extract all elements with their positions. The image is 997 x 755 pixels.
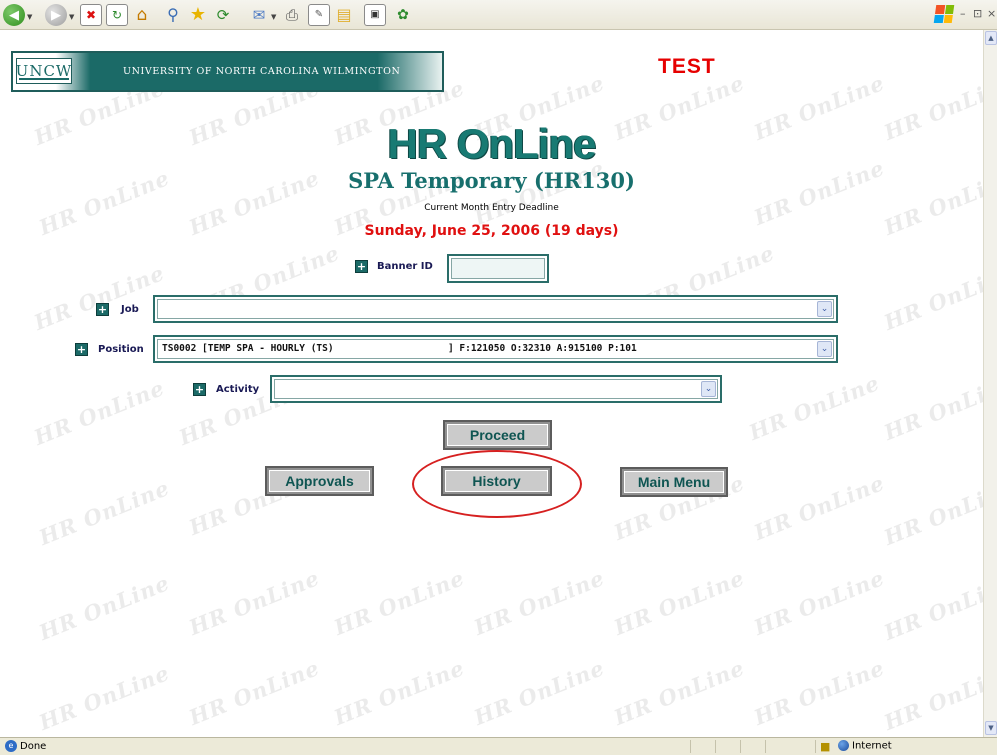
app-title: HR OnLine xyxy=(387,120,597,167)
watermark-logo: HR OnLine xyxy=(880,659,983,736)
watermark-logo: HR OnLine xyxy=(745,369,884,446)
main-menu-button[interactable]: Main Menu xyxy=(620,467,728,497)
scroll-up-icon[interactable]: ▲ xyxy=(985,31,997,45)
watermark-logo: HR OnLine xyxy=(610,654,749,731)
watermark-logo: HR OnLine xyxy=(30,374,169,451)
watermark-logo: HR OnLine xyxy=(610,564,749,641)
print-icon[interactable]: ⎙ xyxy=(281,4,303,26)
restore-icon[interactable]: ⊡ xyxy=(973,7,982,20)
zone-text: Internet xyxy=(852,740,892,752)
university-banner[interactable]: UNCW UNIVERSITY OF NORTH CAROLINA WILMIN… xyxy=(11,51,444,92)
status-done: e Done xyxy=(5,740,46,752)
status-divider xyxy=(765,740,766,753)
status-divider xyxy=(715,740,716,753)
activity-lookup-icon[interactable]: + xyxy=(193,383,206,396)
watermark-logo: HR OnLine xyxy=(880,259,983,336)
home-icon[interactable]: ⌂ xyxy=(131,4,153,26)
status-bar: e Done ■ Internet xyxy=(0,737,997,755)
watermark-logo: HR OnLine xyxy=(330,654,469,731)
watermark-logo: HR OnLine xyxy=(750,469,889,546)
watermark-logo: HR OnLine xyxy=(470,564,609,641)
status-divider xyxy=(740,740,741,753)
chevron-down-icon[interactable]: ⌄ xyxy=(817,301,832,317)
watermark-logo: HR OnLine xyxy=(35,659,174,736)
globe-icon xyxy=(838,740,849,751)
watermark-logo: HR OnLine xyxy=(30,259,169,336)
proceed-button[interactable]: Proceed xyxy=(443,420,552,450)
minimize-icon[interactable]: – xyxy=(960,7,966,20)
watermark-logo: HR OnLine xyxy=(750,564,889,641)
stop-icon[interactable]: ✖ xyxy=(80,4,102,26)
status-text: Done xyxy=(20,741,47,752)
history-highlight-annotation xyxy=(412,450,582,518)
watermark-logo: HR OnLine xyxy=(880,569,983,646)
back-dropdown-icon[interactable]: ▼ xyxy=(27,13,32,21)
job-frame: ⌄ xyxy=(153,295,838,323)
discuss-icon[interactable]: ▤ xyxy=(333,4,355,26)
deadline-label: Current Month Entry Deadline xyxy=(424,203,559,213)
uncw-logo: UNCW xyxy=(16,58,72,84)
refresh-icon[interactable]: ↻ xyxy=(106,4,128,26)
vertical-scrollbar[interactable]: ▲ ▼ xyxy=(983,30,997,737)
approvals-button-label: Approvals xyxy=(269,470,370,492)
history-icon[interactable]: ⟳ xyxy=(212,4,234,26)
mail-dropdown-icon[interactable]: ▼ xyxy=(271,13,276,21)
security-zone[interactable]: Internet xyxy=(838,740,892,752)
ie-page-icon: e xyxy=(5,740,17,752)
watermark-logo: HR OnLine xyxy=(750,654,889,731)
position-frame: TS0002 [TEMP SPA - HOURLY (TS) ] F:12105… xyxy=(153,335,838,363)
mail-icon[interactable]: ✉ xyxy=(248,4,270,26)
banner-id-lookup-icon[interactable]: + xyxy=(355,260,368,273)
banner-id-input[interactable] xyxy=(451,258,545,279)
banner-id-label: Banner ID xyxy=(377,261,433,272)
banner-id-frame xyxy=(447,254,549,283)
job-label: Job xyxy=(121,304,139,315)
position-select-value: TS0002 [TEMP SPA - HOURLY (TS) ] F:12105… xyxy=(162,343,637,354)
favorites-icon[interactable]: ★ xyxy=(187,4,209,26)
status-divider xyxy=(815,740,816,753)
close-icon[interactable]: × xyxy=(987,7,996,20)
browser-toolbar: ◀ ▼ ▶ ▼ ✖ ↻ ⌂ ⚲ ★ ⟳ ✉ ▼ ⎙ ✎ ▤ ▣ ✿ – ⊡ × xyxy=(0,0,997,30)
deadline-date: Sunday, June 25, 2006 (19 days) xyxy=(364,223,619,239)
activity-label: Activity xyxy=(216,384,260,395)
forward-icon[interactable]: ▶ xyxy=(45,4,67,26)
activity-select[interactable]: ⌄ xyxy=(274,379,718,399)
university-name: UNIVERSITY OF NORTH CAROLINA WILMINGTON xyxy=(123,66,401,77)
scroll-down-icon[interactable]: ▼ xyxy=(985,721,997,735)
watermark-logo: HR OnLine xyxy=(185,564,324,641)
lock-icon: ■ xyxy=(820,740,831,753)
forward-dropdown-icon[interactable]: ▼ xyxy=(69,13,74,21)
chevron-down-icon[interactable]: ⌄ xyxy=(701,381,716,397)
windows-logo-icon xyxy=(933,5,955,23)
watermark-logo: HR OnLine xyxy=(35,569,174,646)
status-divider xyxy=(690,740,691,753)
main-menu-button-label: Main Menu xyxy=(624,471,724,493)
research-icon[interactable]: ▣ xyxy=(364,4,386,26)
proceed-button-label: Proceed xyxy=(447,424,548,446)
test-environment-label: TEST xyxy=(658,55,716,78)
activity-frame: ⌄ xyxy=(270,375,722,403)
approvals-button[interactable]: Approvals xyxy=(265,466,374,496)
job-select[interactable]: ⌄ xyxy=(157,299,834,319)
watermark-logo: HR OnLine xyxy=(35,474,174,551)
position-label: Position xyxy=(98,344,144,355)
watermark-logo: HR OnLine xyxy=(330,564,469,641)
watermark-logo: HR OnLine xyxy=(880,369,983,446)
chevron-down-icon[interactable]: ⌄ xyxy=(817,341,832,357)
job-lookup-icon[interactable]: + xyxy=(96,303,109,316)
page-content: HR OnLine HR OnLine HR OnLine HR OnLine … xyxy=(0,30,983,737)
watermark-logo: HR OnLine xyxy=(470,654,609,731)
messenger-icon[interactable]: ✿ xyxy=(392,4,414,26)
watermark-logo: HR OnLine xyxy=(185,654,324,731)
search-icon[interactable]: ⚲ xyxy=(162,4,184,26)
position-lookup-icon[interactable]: + xyxy=(75,343,88,356)
form-title: SPA Temporary (HR130) xyxy=(348,168,635,193)
back-icon[interactable]: ◀ xyxy=(3,4,25,26)
watermark-logo: HR OnLine xyxy=(880,474,983,551)
edit-icon[interactable]: ✎ xyxy=(308,4,330,26)
position-select[interactable]: TS0002 [TEMP SPA - HOURLY (TS) ] F:12105… xyxy=(157,339,834,359)
